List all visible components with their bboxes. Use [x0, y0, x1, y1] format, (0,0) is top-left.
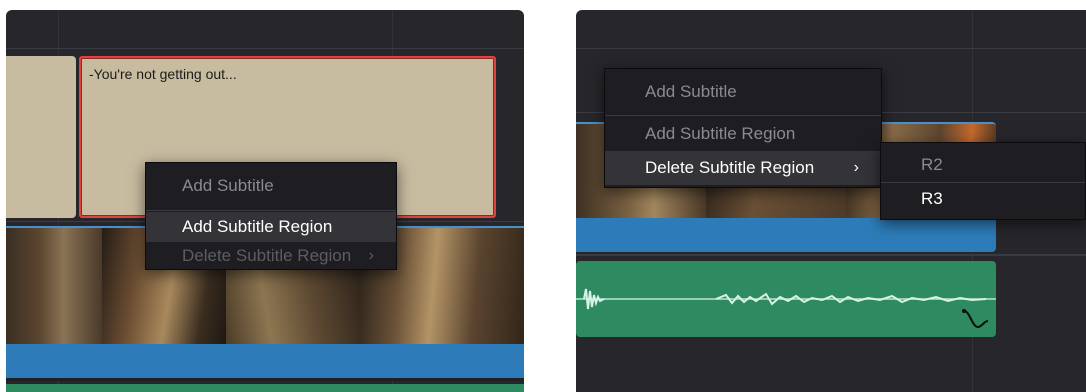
- menu-item-label: Add Subtitle Region: [645, 124, 796, 143]
- submenu-item-r3[interactable]: R3: [881, 183, 1085, 215]
- chevron-right-icon: ›: [853, 159, 859, 176]
- submenu-item-label: R2: [921, 155, 943, 174]
- timeline-panel-right: Add Subtitle Add Subtitle Region Delete …: [576, 10, 1086, 392]
- track-divider: [576, 254, 1086, 256]
- menu-item-delete-subtitle-region[interactable]: Delete Subtitle Region ›: [146, 242, 396, 270]
- audio-fade-curve-icon[interactable]: [962, 307, 990, 331]
- menu-item-label: Delete Subtitle Region: [182, 246, 352, 265]
- menu-item-add-subtitle[interactable]: Add Subtitle: [146, 167, 396, 205]
- audio-clip[interactable]: [576, 261, 996, 337]
- track-divider: [576, 48, 1086, 49]
- menu-item-add-subtitle[interactable]: Add Subtitle: [605, 73, 881, 111]
- context-menu: Add Subtitle Add Subtitle Region Delete …: [145, 162, 397, 270]
- chevron-right-icon: ›: [368, 247, 374, 264]
- menu-item-add-subtitle-region[interactable]: Add Subtitle Region: [605, 117, 881, 151]
- subtitle-clip-text: -You're not getting out...: [89, 66, 237, 82]
- context-menu: Add Subtitle Add Subtitle Region Delete …: [604, 68, 882, 188]
- audio-waveform: [576, 288, 996, 310]
- track-divider: [6, 378, 524, 381]
- submenu: R2 R3: [880, 142, 1086, 220]
- track-divider: [6, 48, 524, 49]
- video-track-bar[interactable]: [576, 218, 996, 252]
- timeline-panel-left: -You're not getting out... Add Subtitle …: [6, 10, 524, 392]
- menu-item-label: Add Subtitle: [182, 176, 274, 195]
- menu-item-delete-subtitle-region[interactable]: Delete Subtitle Region ›: [605, 151, 881, 185]
- submenu-item-label: R3: [921, 189, 943, 208]
- audio-clip[interactable]: [6, 384, 524, 392]
- subtitle-clip[interactable]: [6, 56, 76, 218]
- submenu-item-r2[interactable]: R2: [881, 149, 1085, 181]
- menu-separator: [146, 210, 396, 211]
- menu-separator: [605, 115, 881, 116]
- menu-item-label: Add Subtitle Region: [182, 217, 333, 236]
- menu-item-add-subtitle-region[interactable]: Add Subtitle Region: [146, 212, 396, 242]
- video-track-bar[interactable]: [6, 344, 524, 378]
- menu-item-label: Add Subtitle: [645, 82, 737, 101]
- menu-item-label: Delete Subtitle Region: [645, 158, 815, 177]
